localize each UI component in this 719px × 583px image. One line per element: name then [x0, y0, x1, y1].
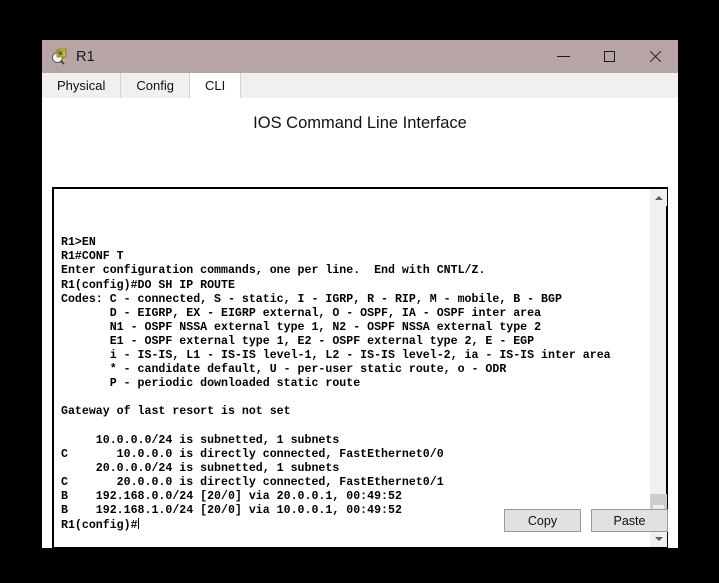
cli-panel: IOS Command Line Interface R1>EN R1#CONF… [42, 99, 678, 549]
window-titlebar[interactable]: R1 [42, 40, 678, 73]
tab-physical[interactable]: Physical [42, 73, 122, 98]
terminal-caret [137, 518, 139, 530]
chevron-up-icon [654, 195, 663, 200]
action-button-row: Copy Paste [504, 509, 668, 532]
terminal-scrollbar[interactable] [649, 189, 667, 547]
window-controls [540, 40, 678, 73]
window-title: R1 [76, 48, 95, 65]
cli-window: R1 Physical Config CLI IOS Command Line … [42, 40, 678, 549]
maximize-icon [603, 51, 615, 62]
tab-config[interactable]: Config [121, 73, 190, 98]
chevron-down-icon [654, 536, 663, 541]
terminal-container: R1>EN R1#CONF T Enter configuration comm… [52, 187, 668, 549]
scrollbar-track[interactable] [650, 206, 667, 530]
paste-button[interactable]: Paste [591, 509, 668, 532]
copy-button[interactable]: Copy [504, 509, 581, 532]
scrollbar-down-button[interactable] [650, 530, 667, 547]
page-title: IOS Command Line Interface [253, 114, 467, 132]
maximize-button[interactable] [586, 40, 632, 73]
tab-cli[interactable]: CLI [190, 73, 242, 98]
scrollbar-up-button[interactable] [650, 189, 667, 206]
close-button[interactable] [632, 40, 678, 73]
minimize-icon [556, 56, 570, 57]
minimize-button[interactable] [540, 40, 586, 73]
terminal-text: R1>EN R1#CONF T Enter configuration comm… [61, 236, 611, 533]
close-icon [648, 50, 662, 64]
tab-bar: Physical Config CLI [42, 73, 678, 99]
router-icon [51, 47, 69, 66]
terminal-output-area[interactable]: R1>EN R1#CONF T Enter configuration comm… [54, 189, 649, 547]
